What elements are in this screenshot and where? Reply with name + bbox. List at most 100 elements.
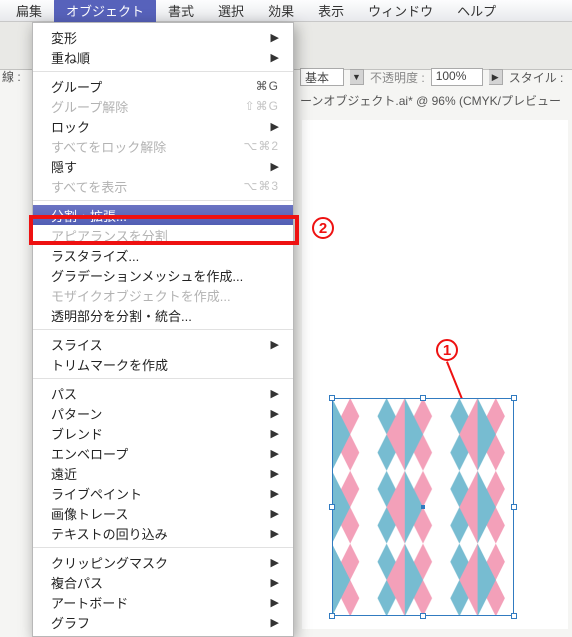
resize-handle[interactable]	[420, 395, 426, 401]
menu-item-label: 分割・拡張...	[51, 206, 279, 225]
submenu-arrow-icon	[271, 51, 279, 64]
menu-item[interactable]: パス	[33, 383, 293, 403]
menu-item-label: 隠す	[51, 157, 263, 176]
submenu-arrow-icon	[271, 387, 279, 400]
resize-handle[interactable]	[511, 395, 517, 401]
menu-item-label: 画像トレース	[51, 504, 263, 523]
menu-item-label: 複合パス	[51, 573, 263, 592]
menu-item[interactable]: パターン	[33, 403, 293, 423]
menu-item[interactable]: ラスタライズ...	[33, 245, 293, 265]
menu-item[interactable]: テキストの回り込み	[33, 523, 293, 543]
submenu-arrow-icon	[271, 576, 279, 589]
menu-shortcut: ⌘G	[256, 79, 279, 93]
resize-handle[interactable]	[420, 613, 426, 619]
menu-item[interactable]: グラフ	[33, 612, 293, 632]
menu-item[interactable]: エンベロープ	[33, 443, 293, 463]
menu-item-label: クリッピングマスク	[51, 553, 263, 572]
submenu-arrow-icon	[271, 596, 279, 609]
opacity-field[interactable]: 100%	[431, 68, 483, 86]
menu-type[interactable]: 書式	[156, 0, 206, 23]
submenu-arrow-icon	[271, 407, 279, 420]
menu-item-label: 変形	[51, 28, 263, 47]
menu-item[interactable]: 遠近	[33, 463, 293, 483]
menu-item[interactable]: 画像トレース	[33, 503, 293, 523]
menu-item[interactable]: スライス	[33, 334, 293, 354]
menu-item-label: ライブペイント	[51, 484, 263, 503]
menu-item-label: 遠近	[51, 464, 263, 483]
menu-item-label: すべてをロック解除	[51, 137, 235, 156]
menu-item[interactable]: アートボード	[33, 592, 293, 612]
menu-item-label: トリムマークを作成	[51, 355, 279, 374]
menu-item[interactable]: グラデーションメッシュを作成...	[33, 265, 293, 285]
menu-object[interactable]: オブジェクト	[54, 0, 156, 23]
menu-item[interactable]: 重ね順	[33, 47, 293, 67]
menu-item-label: グラフ	[51, 613, 263, 632]
opacity-label: 不透明度 :	[370, 69, 425, 86]
menu-item-label: ブレンド	[51, 424, 263, 443]
document-tab-title[interactable]: ーンオブジェクト.ai* @ 96% (CMYK/プレビュー	[300, 92, 561, 109]
resize-handle[interactable]	[329, 395, 335, 401]
selected-object[interactable]	[332, 398, 514, 616]
menu-item-label: すべてを表示	[51, 177, 235, 196]
menu-item[interactable]: グループ ⌘G	[33, 76, 293, 96]
basic-combo[interactable]: 基本	[300, 68, 344, 86]
menu-item: アピアランスを分割	[33, 225, 293, 245]
menu-item[interactable]: 分割・拡張...	[33, 205, 293, 225]
menu-item[interactable]: 変形	[33, 27, 293, 47]
menu-item[interactable]: クリッピングマスク	[33, 552, 293, 572]
menu-edit[interactable]: 扁集	[4, 0, 54, 23]
menu-item-label: スライス	[51, 335, 263, 354]
menu-item: すべてを表示 ⌥⌘3	[33, 176, 293, 196]
menu-shortcut: ⌥⌘2	[243, 139, 279, 153]
submenu-arrow-icon	[271, 487, 279, 500]
menu-item-label: テキストの回り込み	[51, 524, 263, 543]
stroke-label: 線 :	[2, 68, 21, 85]
menu-shortcut: ⇧⌘G	[245, 99, 279, 113]
menu-item: グループ解除 ⇧⌘G	[33, 96, 293, 116]
menu-effect[interactable]: 効果	[256, 0, 306, 23]
menu-item[interactable]: ブレンド	[33, 423, 293, 443]
submenu-arrow-icon	[271, 160, 279, 173]
menu-item[interactable]: トリムマークを作成	[33, 354, 293, 374]
menu-item-label: パターン	[51, 404, 263, 423]
menu-item[interactable]: 複合パス	[33, 572, 293, 592]
chevron-down-icon[interactable]: ▼	[350, 69, 364, 85]
menu-item-label: モザイクオブジェクトを作成...	[51, 286, 279, 305]
menu-item-label: アピアランスを分割	[51, 226, 279, 245]
center-point	[421, 505, 425, 509]
submenu-arrow-icon	[271, 31, 279, 44]
submenu-arrow-icon	[271, 616, 279, 629]
menu-view[interactable]: 表示	[306, 0, 356, 23]
menu-item-label: ラスタライズ...	[51, 246, 279, 265]
submenu-arrow-icon	[271, 120, 279, 133]
menu-item: すべてをロック解除 ⌥⌘2	[33, 136, 293, 156]
menu-item-label: グループ	[51, 77, 248, 96]
resize-handle[interactable]	[329, 504, 335, 510]
submenu-arrow-icon	[271, 447, 279, 460]
menu-item-label: 重ね順	[51, 48, 263, 67]
style-label: スタイル :	[509, 69, 564, 86]
menu-item-label: アートボード	[51, 593, 263, 612]
menu-item[interactable]: ロック	[33, 116, 293, 136]
resize-handle[interactable]	[511, 613, 517, 619]
object-menu-dropdown: 変形重ね順グループ ⌘G グループ解除 ⇧⌘G ロックすべてをロック解除 ⌥⌘2 隠すすべて…	[32, 22, 294, 637]
chevron-down-icon[interactable]: ▶	[489, 69, 503, 85]
menu-select[interactable]: 選択	[206, 0, 256, 23]
menu-item-label: パス	[51, 384, 263, 403]
menu-item-label: エンベロープ	[51, 444, 263, 463]
menu-shortcut: ⌥⌘3	[243, 179, 279, 193]
menu-item[interactable]: ライブペイント	[33, 483, 293, 503]
submenu-arrow-icon	[271, 527, 279, 540]
resize-handle[interactable]	[329, 613, 335, 619]
menu-item[interactable]: 透明部分を分割・統合...	[33, 305, 293, 325]
menu-item[interactable]: 隠す	[33, 156, 293, 176]
menu-item-label: グラデーションメッシュを作成...	[51, 266, 279, 285]
submenu-arrow-icon	[271, 338, 279, 351]
resize-handle[interactable]	[511, 504, 517, 510]
menu-window[interactable]: ウィンドウ	[356, 0, 445, 23]
menu-item-label: ロック	[51, 117, 263, 136]
menu-help[interactable]: ヘルプ	[445, 0, 508, 23]
menu-item-label: グループ解除	[51, 97, 237, 116]
menu-item: モザイクオブジェクトを作成...	[33, 285, 293, 305]
menubar: 扁集 オブジェクト 書式 選択 効果 表示 ウィンドウ ヘルプ	[0, 0, 572, 22]
